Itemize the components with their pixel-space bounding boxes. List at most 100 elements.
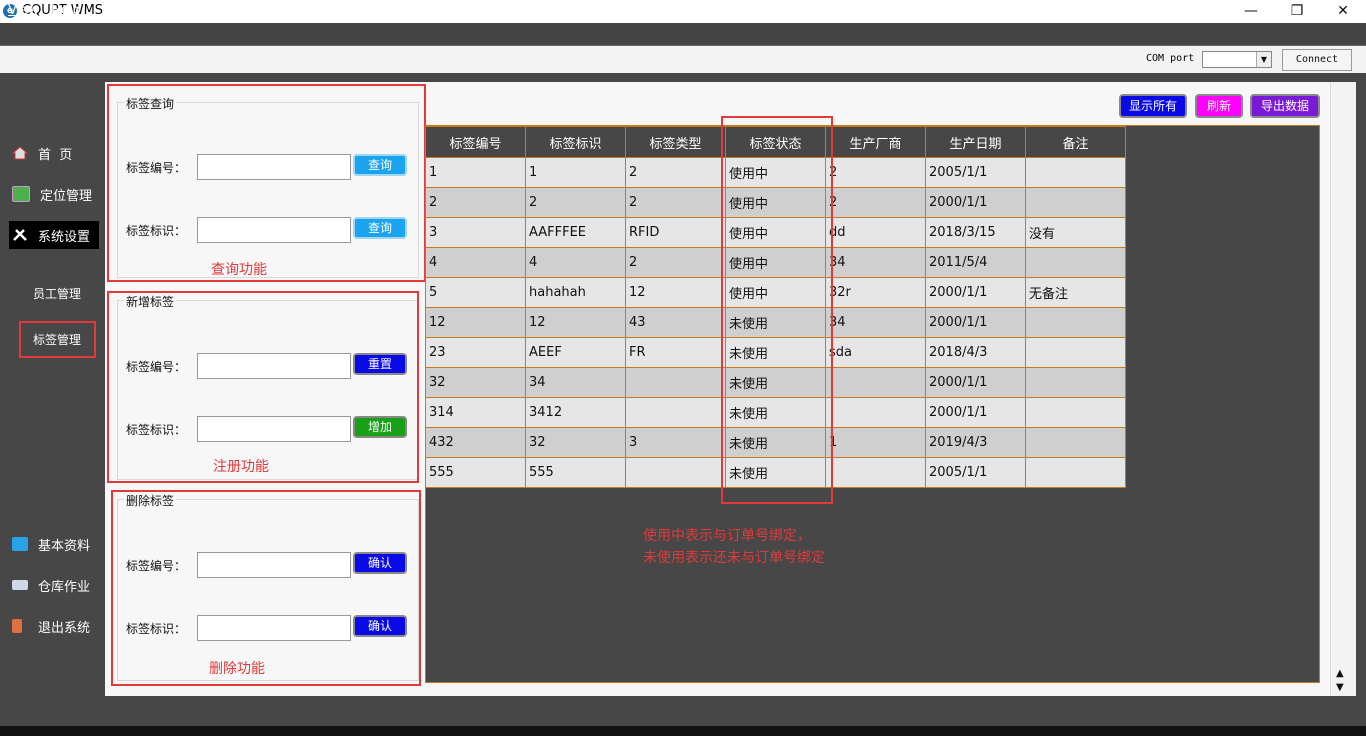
- table-cell[interactable]: 12: [425, 307, 526, 338]
- highlight-box-delete: [111, 490, 421, 686]
- table-cell[interactable]: 23: [425, 337, 526, 368]
- column-header[interactable]: 标签编号: [425, 126, 526, 158]
- table-cell[interactable]: 314: [425, 397, 526, 428]
- column-header[interactable]: 备注: [1025, 126, 1126, 158]
- table-cell[interactable]: FR: [625, 337, 726, 368]
- sidebar-item-label: 基本资料: [38, 538, 91, 554]
- column-header[interactable]: 生产厂商: [825, 126, 926, 158]
- sidebar-subitem-staff[interactable]: 员工管理: [33, 285, 81, 302]
- table-cell[interactable]: [1025, 157, 1126, 188]
- table-cell[interactable]: 2018/4/3: [925, 337, 1026, 368]
- table-cell[interactable]: [625, 397, 726, 428]
- table-cell[interactable]: 2000/1/1: [925, 367, 1026, 398]
- table-cell[interactable]: [1025, 337, 1126, 368]
- table-cell[interactable]: 1: [825, 427, 926, 458]
- table-cell[interactable]: 3: [425, 217, 526, 248]
- table-cell[interactable]: AAFFFEE: [525, 217, 626, 248]
- table-cell[interactable]: [1025, 457, 1126, 488]
- scroll-down-icon[interactable]: ▼: [1336, 682, 1344, 693]
- table-cell[interactable]: [1025, 427, 1126, 458]
- export-data-button[interactable]: 导出数据: [1250, 94, 1320, 118]
- table-cell[interactable]: 32: [525, 427, 626, 458]
- table-cell[interactable]: 32: [425, 367, 526, 398]
- restore-button[interactable]: ❐: [1274, 0, 1320, 23]
- table-cell[interactable]: 2018/3/15: [925, 217, 1026, 248]
- table-cell[interactable]: 2019/4/3: [925, 427, 1026, 458]
- sidebar-item-warehouse[interactable]: 仓库作业: [12, 574, 90, 596]
- table-cell[interactable]: [1025, 247, 1126, 278]
- com-port-label: COM port: [1146, 53, 1195, 64]
- column-header[interactable]: 标签标识: [525, 126, 626, 158]
- sidebar-subitem-tags[interactable]: 标签管理: [33, 331, 81, 348]
- table-cell[interactable]: 2: [625, 157, 726, 188]
- table-cell[interactable]: 555: [425, 457, 526, 488]
- table-cell[interactable]: 2: [425, 187, 526, 218]
- column-header[interactable]: 标签类型: [625, 126, 726, 158]
- table-cell[interactable]: 2000/1/1: [925, 397, 1026, 428]
- sidebar-item-exit[interactable]: 退出系统: [12, 615, 90, 637]
- scroll-up-icon[interactable]: ▲: [1336, 668, 1344, 679]
- table-cell[interactable]: [625, 457, 726, 488]
- table-cell[interactable]: 2005/1/1: [925, 457, 1026, 488]
- table-cell[interactable]: hahahah: [525, 277, 626, 308]
- table-cell[interactable]: 没有: [1025, 217, 1126, 248]
- table-cell[interactable]: 32r: [825, 277, 926, 308]
- table-cell[interactable]: [825, 367, 926, 398]
- table-cell[interactable]: AEEF: [525, 337, 626, 368]
- menu-help[interactable]: Help: [51, 3, 81, 18]
- table-cell[interactable]: 2000/1/1: [925, 277, 1026, 308]
- table-cell[interactable]: 555: [525, 457, 626, 488]
- table-cell[interactable]: 34: [825, 247, 926, 278]
- table-cell[interactable]: 2: [525, 187, 626, 218]
- table-cell[interactable]: 2: [825, 187, 926, 218]
- connect-button[interactable]: Connect: [1282, 49, 1352, 71]
- menu-bar: [0, 23, 1366, 46]
- table-cell[interactable]: RFID: [625, 217, 726, 248]
- table-cell[interactable]: 34: [825, 307, 926, 338]
- minimize-button[interactable]: —: [1228, 0, 1274, 23]
- table-cell[interactable]: 3412: [525, 397, 626, 428]
- vertical-scrollbar[interactable]: [1330, 82, 1356, 696]
- table-cell[interactable]: 5: [425, 277, 526, 308]
- close-button[interactable]: ✕: [1320, 0, 1366, 23]
- table-cell[interactable]: 2000/1/1: [925, 187, 1026, 218]
- table-cell[interactable]: 12: [625, 277, 726, 308]
- sidebar-item-settings[interactable]: 系统设置: [12, 224, 90, 246]
- table-cell[interactable]: [825, 457, 926, 488]
- sidebar-item-home[interactable]: 首 页: [11, 142, 72, 164]
- table-cell[interactable]: 43: [625, 307, 726, 338]
- tools-icon: [12, 228, 28, 242]
- com-port-select[interactable]: ▼: [1202, 51, 1272, 68]
- table-cell[interactable]: 432: [425, 427, 526, 458]
- sidebar-item-location[interactable]: 定位管理: [12, 183, 92, 205]
- table-cell[interactable]: 3: [625, 427, 726, 458]
- table-cell[interactable]: 2011/5/4: [925, 247, 1026, 278]
- show-all-button[interactable]: 显示所有: [1119, 94, 1187, 118]
- refresh-button[interactable]: 刷新: [1195, 94, 1243, 118]
- table-cell[interactable]: [1025, 307, 1126, 338]
- table-cell[interactable]: 2: [625, 247, 726, 278]
- table-cell[interactable]: 34: [525, 367, 626, 398]
- table-cell[interactable]: [1025, 397, 1126, 428]
- table-cell[interactable]: 2: [825, 157, 926, 188]
- table-cell[interactable]: [1025, 187, 1126, 218]
- table-cell[interactable]: 4: [425, 247, 526, 278]
- table-cell[interactable]: 1: [525, 157, 626, 188]
- table-cell[interactable]: [825, 397, 926, 428]
- table-cell[interactable]: 2005/1/1: [925, 157, 1026, 188]
- status-annotation-line1: 使用中表示与订单号绑定，: [643, 528, 811, 544]
- table-cell[interactable]: 1: [425, 157, 526, 188]
- table-cell[interactable]: dd: [825, 217, 926, 248]
- table-cell[interactable]: 12: [525, 307, 626, 338]
- home-icon: [11, 146, 29, 160]
- table-cell[interactable]: 2000/1/1: [925, 307, 1026, 338]
- table-cell[interactable]: 2: [625, 187, 726, 218]
- menu-view[interactable]: View: [8, 3, 39, 18]
- table-cell[interactable]: [1025, 367, 1126, 398]
- sidebar-item-basic-data[interactable]: 基本资料: [12, 533, 90, 555]
- table-cell[interactable]: 无备注: [1025, 277, 1126, 308]
- column-header[interactable]: 生产日期: [925, 126, 1026, 158]
- table-cell[interactable]: 4: [525, 247, 626, 278]
- table-cell[interactable]: [625, 367, 726, 398]
- table-cell[interactable]: sda: [825, 337, 926, 368]
